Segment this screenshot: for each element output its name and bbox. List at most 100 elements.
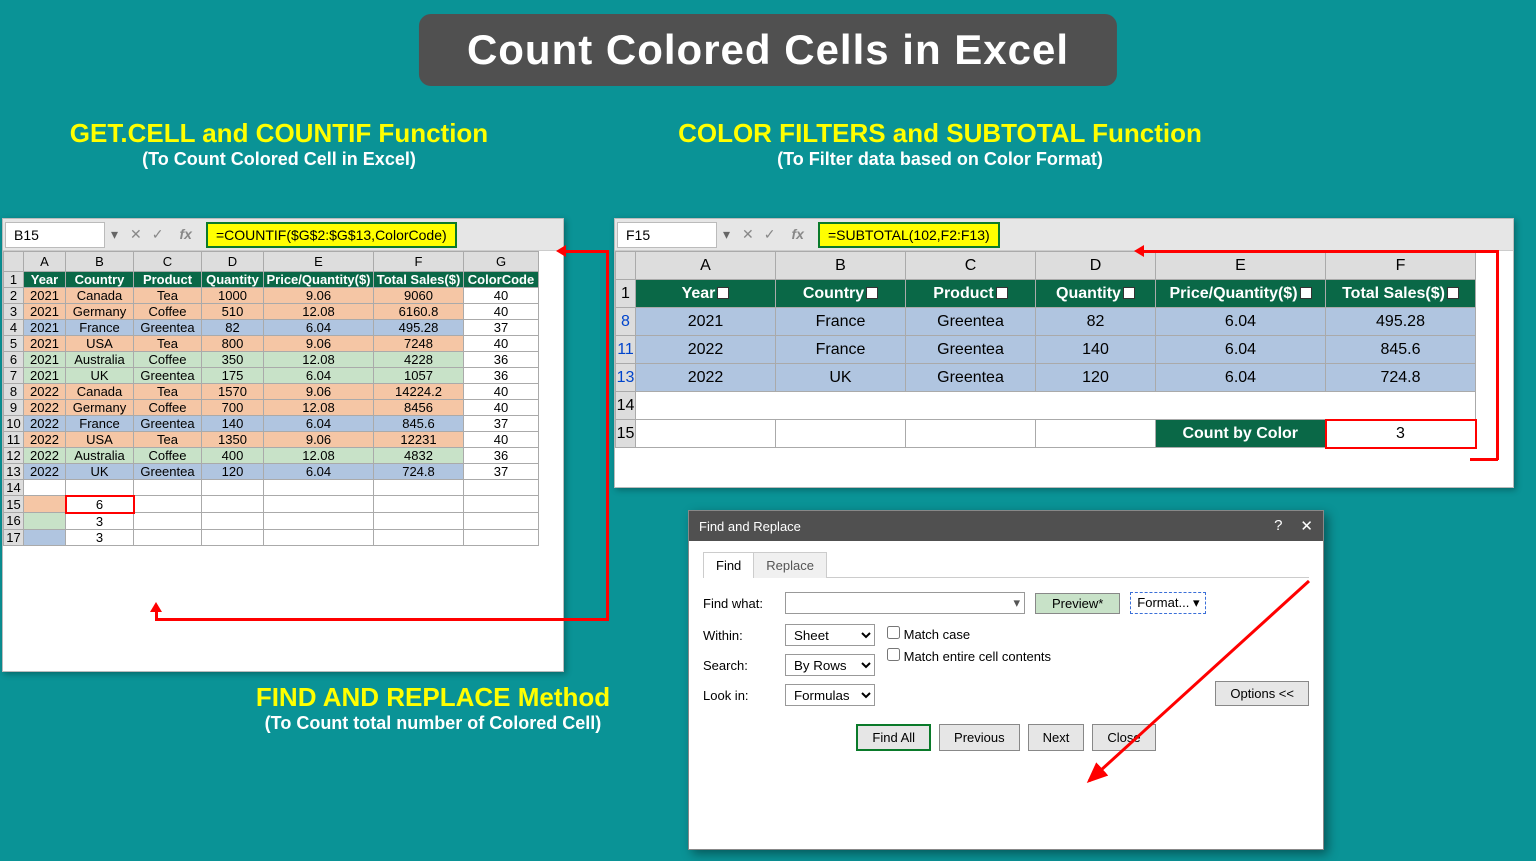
find-all-button[interactable]: Find All: [856, 724, 931, 751]
table-cell[interactable]: [264, 529, 374, 545]
table-cell[interactable]: 510: [202, 304, 264, 320]
table-cell[interactable]: [464, 480, 539, 496]
table-cell[interactable]: Greentea: [134, 368, 202, 384]
table-cell[interactable]: 40: [464, 288, 539, 304]
table-cell[interactable]: 6.04: [1156, 336, 1326, 364]
table-cell[interactable]: 40: [464, 384, 539, 400]
next-button[interactable]: Next: [1028, 724, 1085, 751]
table-cell[interactable]: [264, 480, 374, 496]
table-cell[interactable]: 2021: [24, 336, 66, 352]
table-cell[interactable]: [464, 496, 539, 513]
table-cell[interactable]: 36: [464, 352, 539, 368]
table-cell[interactable]: Tea: [134, 384, 202, 400]
table-cell[interactable]: [134, 513, 202, 530]
table-cell[interactable]: [374, 496, 464, 513]
lookin-select[interactable]: Formulas: [785, 684, 875, 706]
format-button[interactable]: Format... ▾: [1130, 592, 1206, 614]
table-header[interactable]: Total Sales($): [374, 272, 464, 288]
table-cell[interactable]: 3: [66, 513, 134, 530]
options-button[interactable]: Options <<: [1215, 681, 1309, 706]
table-cell[interactable]: Coffee: [134, 448, 202, 464]
fx-icon[interactable]: fx: [786, 226, 810, 243]
table-cell[interactable]: 82: [1036, 308, 1156, 336]
filter-icon[interactable]: ▾: [866, 287, 878, 299]
table-cell[interactable]: 37: [464, 464, 539, 480]
table-cell[interactable]: Greentea: [134, 320, 202, 336]
col-header[interactable]: D: [202, 252, 264, 272]
count-by-color-value[interactable]: 3: [1326, 420, 1476, 448]
close-icon[interactable]: ✕: [1300, 517, 1313, 535]
table-cell[interactable]: 12.08: [264, 352, 374, 368]
table-cell[interactable]: 2021: [24, 320, 66, 336]
col-header[interactable]: C: [906, 252, 1036, 280]
table-cell[interactable]: France: [66, 320, 134, 336]
filter-icon[interactable]: ▾: [1447, 287, 1459, 299]
table-cell[interactable]: [202, 529, 264, 545]
table-cell[interactable]: 120: [1036, 364, 1156, 392]
table-cell[interactable]: UK: [66, 464, 134, 480]
table-cell[interactable]: France: [776, 336, 906, 364]
table-cell[interactable]: Coffee: [134, 400, 202, 416]
table-cell[interactable]: 6160.8: [374, 304, 464, 320]
fx-icon[interactable]: fx: [174, 226, 198, 243]
table-cell[interactable]: Canada: [66, 288, 134, 304]
table-header[interactable]: Quantity▾: [1036, 280, 1156, 308]
table-header[interactable]: Total Sales($)▾: [1326, 280, 1476, 308]
table-cell[interactable]: [464, 529, 539, 545]
table-cell[interactable]: 495.28: [1326, 308, 1476, 336]
table-cell[interactable]: 2022: [636, 336, 776, 364]
col-header[interactable]: B: [776, 252, 906, 280]
chevron-down-icon[interactable]: ▾: [1193, 595, 1200, 610]
table-cell[interactable]: 1000: [202, 288, 264, 304]
col-header[interactable]: B: [66, 252, 134, 272]
col-header[interactable]: F: [374, 252, 464, 272]
table-cell[interactable]: 2021: [24, 304, 66, 320]
table-header[interactable]: Quantity: [202, 272, 264, 288]
table-cell[interactable]: 495.28: [374, 320, 464, 336]
table-cell[interactable]: Greentea: [134, 416, 202, 432]
table-cell[interactable]: [24, 513, 66, 530]
table-cell[interactable]: 82: [202, 320, 264, 336]
col-header[interactable]: F: [1326, 252, 1476, 280]
table-header[interactable]: ColorCode: [464, 272, 539, 288]
table-cell[interactable]: Greentea: [906, 308, 1036, 336]
table-cell[interactable]: Australia: [66, 352, 134, 368]
table-cell[interactable]: 175: [202, 368, 264, 384]
previous-button[interactable]: Previous: [939, 724, 1020, 751]
col-header[interactable]: E: [264, 252, 374, 272]
table-cell[interactable]: Coffee: [134, 304, 202, 320]
formula-content-left[interactable]: =COUNTIF($G$2:$G$13,ColorCode): [206, 222, 457, 248]
table-cell[interactable]: [374, 480, 464, 496]
grid-right[interactable]: ABCDEF1Year▾Country▾Product▾Quantity▾Pri…: [615, 251, 1477, 449]
table-cell[interactable]: 2022: [24, 432, 66, 448]
tab-find[interactable]: Find: [703, 552, 754, 578]
table-cell[interactable]: 1057: [374, 368, 464, 384]
table-cell[interactable]: 6.04: [264, 464, 374, 480]
table-cell[interactable]: 2021: [24, 288, 66, 304]
search-select[interactable]: By Rows: [785, 654, 875, 676]
name-box-left[interactable]: B15: [5, 222, 105, 248]
table-cell[interactable]: 6.04: [264, 416, 374, 432]
table-cell[interactable]: 2022: [24, 416, 66, 432]
table-cell[interactable]: 3: [66, 529, 134, 545]
table-cell[interactable]: [134, 480, 202, 496]
table-cell[interactable]: 2022: [636, 364, 776, 392]
table-cell[interactable]: Tea: [134, 432, 202, 448]
table-cell[interactable]: 40: [464, 400, 539, 416]
help-icon[interactable]: ?: [1274, 517, 1282, 535]
find-what-input[interactable]: ▾: [785, 592, 1025, 614]
table-cell[interactable]: 12.08: [264, 400, 374, 416]
filter-icon[interactable]: ▾: [1300, 287, 1312, 299]
table-cell[interactable]: USA: [66, 336, 134, 352]
table-cell[interactable]: 40: [464, 304, 539, 320]
table-cell[interactable]: [134, 496, 202, 513]
table-cell[interactable]: 2022: [24, 384, 66, 400]
name-box-right[interactable]: F15: [617, 222, 717, 248]
table-cell[interactable]: Germany: [66, 304, 134, 320]
table-cell[interactable]: [24, 480, 66, 496]
table-cell[interactable]: 9060: [374, 288, 464, 304]
table-cell[interactable]: France: [776, 308, 906, 336]
table-cell[interactable]: Canada: [66, 384, 134, 400]
table-cell[interactable]: 9.06: [264, 288, 374, 304]
confirm-icon[interactable]: ✓: [764, 226, 776, 243]
